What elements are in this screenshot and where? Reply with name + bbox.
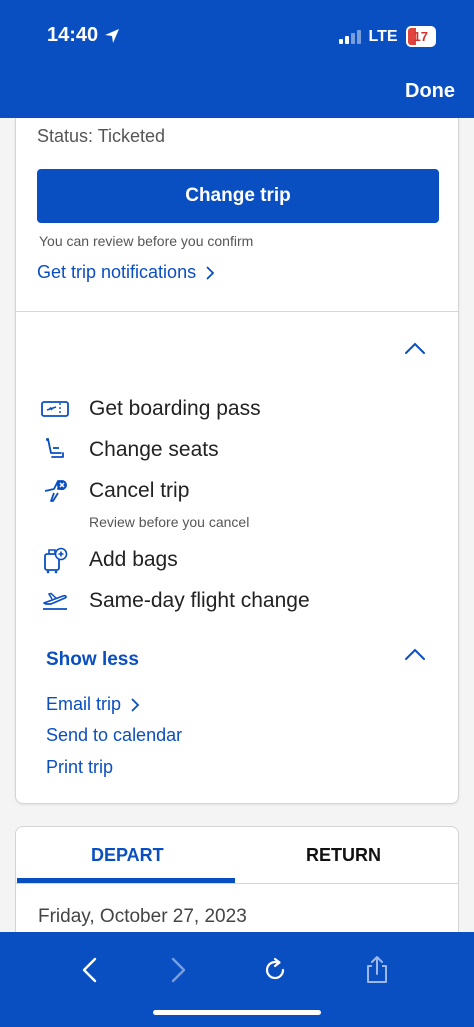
done-button[interactable]: Done — [405, 80, 455, 103]
seat-icon — [40, 435, 70, 465]
action-add-bags[interactable]: Add bags — [40, 545, 178, 575]
change-trip-button[interactable]: Change trip — [37, 169, 439, 223]
flight-date: Friday, October 27, 2023 — [38, 906, 247, 927]
send-to-calendar-link[interactable]: Send to calendar — [46, 725, 182, 746]
action-get-boarding-pass[interactable]: Get boarding pass — [40, 394, 261, 424]
cancel-flight-icon — [40, 476, 70, 506]
share-icon[interactable] — [357, 950, 397, 990]
location-arrow-icon — [105, 28, 120, 43]
network-label: LTE — [368, 27, 398, 45]
trip-notifications-link[interactable]: Get trip notifications — [37, 262, 215, 283]
chevron-right-icon — [206, 266, 215, 279]
tab-divider — [16, 883, 458, 884]
top-bar: 14:40 LTE 17 Done — [0, 0, 474, 118]
print-trip-link[interactable]: Print trip — [46, 757, 113, 778]
status-indicators: LTE 17 — [338, 26, 436, 47]
ticket-status: Status: Ticketed — [37, 126, 166, 146]
show-less-chevron-up-icon[interactable] — [404, 647, 426, 661]
email-trip-link[interactable]: Email trip — [46, 694, 140, 715]
forward-arrow-icon[interactable] — [158, 950, 198, 990]
action-change-seats[interactable]: Change seats — [40, 435, 219, 465]
show-less-button[interactable]: Show less — [46, 649, 139, 671]
collapse-chevron-up-icon[interactable] — [404, 341, 426, 355]
add-bag-icon — [40, 545, 70, 575]
home-indicator — [153, 1010, 321, 1015]
action-cancel-trip[interactable]: Cancel trip — [40, 476, 189, 506]
status-time: 14:40 — [47, 24, 120, 47]
tab-depart[interactable]: DEPART — [91, 845, 164, 866]
chevron-right-icon — [131, 698, 140, 711]
trip-card: Status: Ticketed Change trip You can rev… — [15, 118, 459, 804]
reload-icon[interactable] — [255, 950, 295, 990]
action-same-day-change[interactable]: Same-day flight change — [40, 586, 310, 616]
cancel-review-note: Review before you cancel — [89, 514, 250, 530]
battery-icon: 17 — [405, 26, 436, 47]
divider — [16, 311, 458, 312]
signal-icon — [338, 29, 361, 44]
back-arrow-icon[interactable] — [70, 950, 110, 990]
boarding-pass-icon — [40, 394, 70, 424]
review-note: You can review before you confirm — [39, 233, 254, 249]
departure-icon — [40, 586, 70, 616]
tab-return[interactable]: RETURN — [306, 845, 381, 866]
